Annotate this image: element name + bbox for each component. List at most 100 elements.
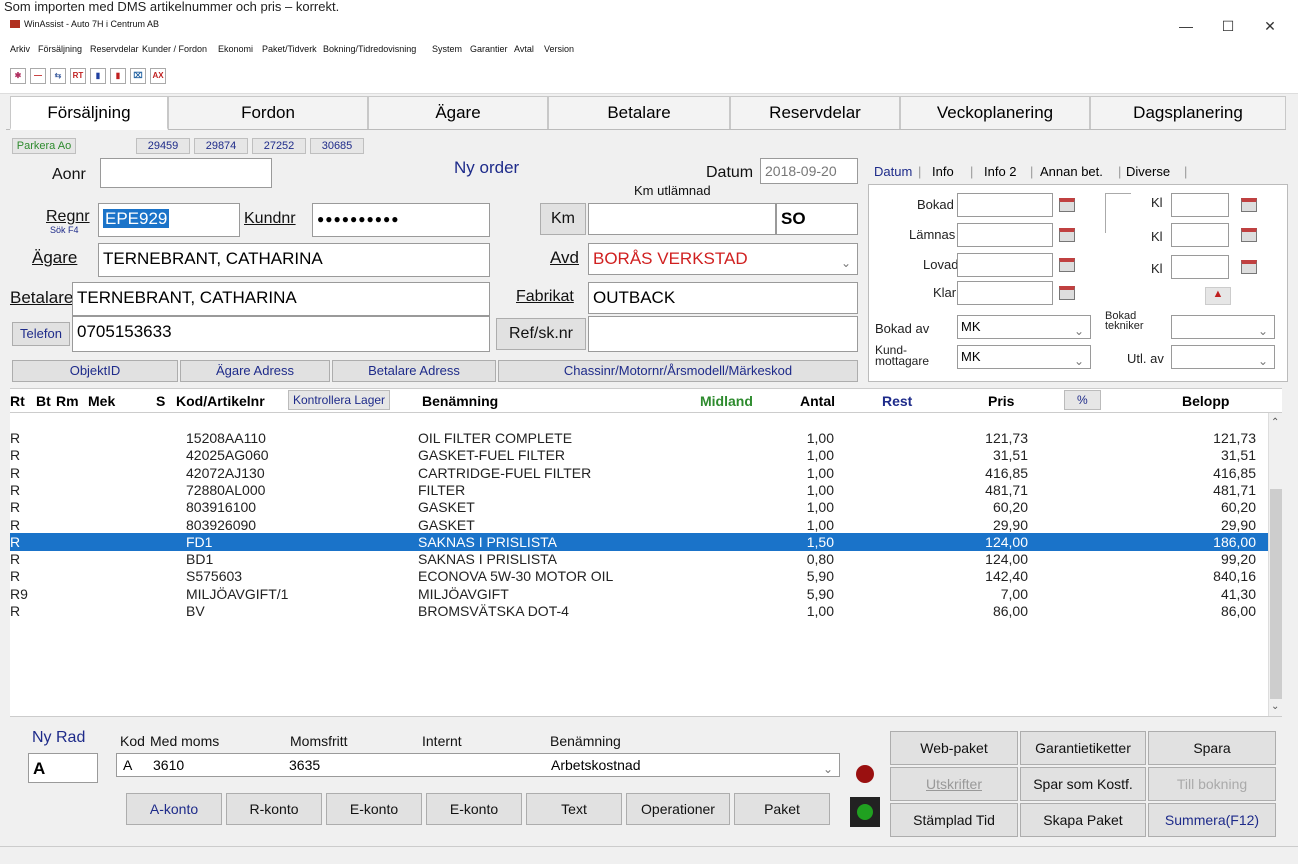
tab-reservdelar[interactable]: Reservdelar [730,96,900,130]
aonr-field[interactable] [100,158,272,188]
subtab-info[interactable]: Info [932,164,954,179]
table-row[interactable]: R 42072AJ130 CARTRIDGE-FUEL FILTER 1,00 416,… [10,464,1268,482]
betalare-adress-button[interactable]: Betalare Adress [332,360,496,382]
table-row[interactable]: R 803926090 GASKET 1,00 29,90 29,90 [10,516,1268,534]
calendar-icon[interactable] [1241,228,1257,242]
scroll-down-icon[interactable]: ⌄ [1271,701,1279,712]
garantietiketter-button[interactable]: Garantietiketter [1020,731,1146,765]
bokad-tekniker-dropdown[interactable] [1171,315,1275,342]
parked-order-button[interactable]: 29874 [194,138,248,154]
calendar-icon[interactable] [1059,286,1075,300]
toolbar-transfer-icon[interactable]: ⇆ [50,68,66,84]
calendar-icon[interactable] [1241,260,1257,274]
till-bokning-button[interactable]: Till bokning [1148,767,1276,801]
subtab-annan-bet[interactable]: Annan bet. [1040,164,1103,179]
parkera-ao-button[interactable]: Parkera Ao [12,138,76,154]
menu-version[interactable]: Version [544,44,574,54]
lovad-field[interactable] [957,253,1053,277]
ny-rad-field[interactable]: A [28,753,98,783]
toolbar-minus-icon[interactable]: — [30,68,46,84]
operationer-button[interactable]: Operationer [626,793,730,825]
lamnas-field[interactable] [957,223,1053,247]
vertical-scrollbar[interactable]: ⌃ ⌄ [1268,413,1282,716]
web-paket-button[interactable]: Web-paket [890,731,1018,765]
klar-field[interactable] [957,281,1053,305]
tab-betalare[interactable]: Betalare [548,96,730,130]
telefon-button[interactable]: Telefon [12,322,70,346]
utskrifter-button[interactable]: Utskrifter [890,767,1018,801]
toolbar-book-red-icon[interactable]: ▮ [110,68,126,84]
km-field[interactable] [588,203,776,235]
menu-ekonomi[interactable]: Ekonomi [218,44,253,54]
menu-paket-tidverk[interactable]: Paket/Tidverk [262,44,317,54]
regnr-field[interactable]: EPE929 [98,203,240,237]
menu-avtal[interactable]: Avtal [514,44,534,54]
calendar-icon[interactable] [1059,258,1075,272]
toolbar-book-blue-icon[interactable]: ▮ [90,68,106,84]
betalare-field[interactable]: TERNEBRANT, CATHARINA [72,282,490,316]
parked-order-button[interactable]: 30685 [310,138,364,154]
paket-button[interactable]: Paket [734,793,830,825]
ref-field[interactable] [588,316,858,352]
toolbar-exit-icon[interactable]: ⌧ [130,68,146,84]
parked-order-button[interactable]: 29459 [136,138,190,154]
menu-reservdelar[interactable]: Reservdelar [90,44,139,54]
subtab-datum[interactable]: Datum [874,164,912,179]
avd-dropdown[interactable]: BORÅS VERKSTAD [588,243,858,275]
spara-button[interactable]: Spara [1148,731,1276,765]
minimize-button[interactable]: — [1168,18,1204,38]
spar-som-kostf-button[interactable]: Spar som Kostf. [1020,767,1146,801]
bokad-av-dropdown[interactable]: MK [957,315,1091,342]
e-konto-button[interactable]: E-konto [326,793,422,825]
table-row[interactable]: R BV BROMSVÄTSKA DOT-4 1,00 86,00 86,00 [10,602,1268,620]
table-row[interactable]: R 42025AG060 GASKET-FUEL FILTER 1,00 31,51 31… [10,446,1268,464]
table-row[interactable]: R9 MILJÖAVGIFT/1 MILJÖAVGIFT 5,90 7,00 41,30 [10,585,1268,603]
toolbar-star-icon[interactable]: ✱ [10,68,26,84]
car-icon[interactable]: ▲ [1205,287,1231,305]
ref-sknr-button[interactable]: Ref/sk.nr [496,318,586,350]
account-code-dropdown[interactable]: A 3610 3635 Arbetskostnad [116,753,840,777]
bokad-field[interactable] [957,193,1053,217]
menu-system[interactable]: System [432,44,462,54]
menu-arkiv[interactable]: Arkiv [10,44,30,54]
menu-forsaljning[interactable]: Försäljning [38,44,82,54]
table-row[interactable]: R 72880AL000 FILTER 1,00 481,71 481,71 [10,481,1268,499]
tab-veckoplanering[interactable]: Veckoplanering [900,96,1090,130]
table-row[interactable]: R S575603 ECONOVA 5W-30 MOTOR OIL 5,90 142,4… [10,567,1268,585]
percent-button[interactable]: % [1064,390,1101,410]
text-button[interactable]: Text [526,793,622,825]
scrollbar-thumb[interactable] [1270,489,1282,699]
calendar-icon[interactable] [1241,198,1257,212]
table-row[interactable]: R 803916100 GASKET 1,00 60,20 60,20 [10,498,1268,516]
e-konto-button-2[interactable]: E-konto [426,793,522,825]
tab-agare[interactable]: Ägare [368,96,548,130]
calendar-icon[interactable] [1059,228,1075,242]
datum-field[interactable]: 2018-09-20 [760,158,858,184]
table-row[interactable]: R 15208AA110 OIL FILTER COMPLETE 1,00 121,73… [10,429,1268,447]
km-button[interactable]: Km [540,203,586,235]
summera-button[interactable]: Summera(F12) [1148,803,1276,837]
kontrollera-lager-button[interactable]: Kontrollera Lager [288,390,391,410]
scroll-up-icon[interactable]: ⌃ [1271,417,1279,428]
agare-field[interactable]: TERNEBRANT, CATHARINA [98,243,490,277]
r-konto-button[interactable]: R-konto [226,793,322,825]
kundnr-field[interactable]: ●●●●●●●●●● [312,203,490,237]
subtab-diverse[interactable]: Diverse [1126,164,1170,179]
table-row[interactable]: R BD1 SAKNAS I PRISLISTA 0,80 124,00 99,20 [10,550,1268,568]
stamplad-tid-button[interactable]: Stämplad Tid [890,803,1018,837]
kl-field[interactable] [1171,193,1229,217]
close-button[interactable]: ✕ [1252,18,1288,38]
tab-forsaljning[interactable]: Försäljning [10,96,168,130]
menu-bokning[interactable]: Bokning/Tidredovisning [323,44,416,54]
objektid-button[interactable]: ObjektID [12,360,178,382]
fabrikat-field[interactable]: OUTBACK [588,282,858,314]
maximize-button[interactable]: ☐ [1210,18,1246,38]
kund-mottagare-dropdown[interactable]: MK [957,345,1091,372]
toolbar-rt-icon[interactable]: RT [70,68,86,84]
menu-kunder-fordon[interactable]: Kunder / Fordon [142,44,207,54]
subtab-info2[interactable]: Info 2 [984,164,1017,179]
menu-garantier[interactable]: Garantier [470,44,508,54]
chassinr-button[interactable]: Chassinr/Motornr/Årsmodell/Märkeskod [498,360,858,382]
tab-dagsplanering[interactable]: Dagsplanering [1090,96,1286,130]
telefon-field[interactable]: 0705153633 [72,316,490,352]
